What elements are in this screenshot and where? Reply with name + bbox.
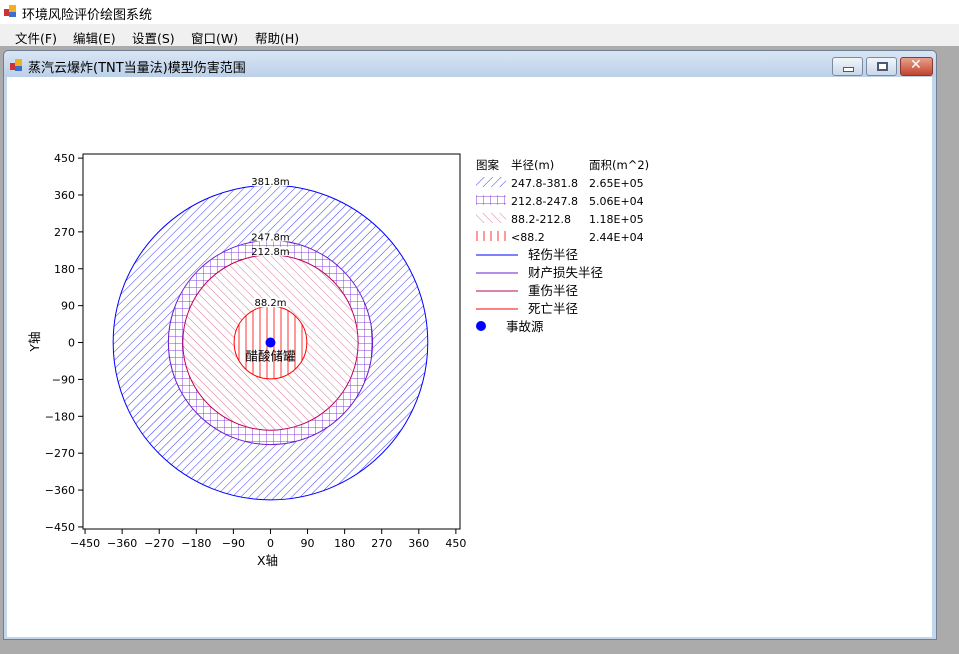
x-tick-label: 180 [334, 537, 355, 550]
y-tick-label: 450 [54, 152, 75, 165]
x-tick-label: −180 [181, 537, 211, 550]
y-tick-label: 270 [54, 226, 75, 239]
y-tick-label: −360 [45, 484, 75, 497]
chart-area: 381.8m 247.8m 212.8m 88.2m 醋酸储罐 −450 −360 −270−… [7, 77, 932, 637]
menu-settings[interactable]: 设置(S) [132, 28, 175, 47]
legend-line-label: 财产损失半径 [528, 265, 603, 280]
radius-label: 381.8m [251, 177, 289, 188]
close-button[interactable]: ✕ [900, 57, 933, 76]
minimize-icon [843, 67, 854, 72]
legend-range: 88.2-212.8 [511, 213, 571, 226]
maximize-icon [877, 62, 888, 71]
source-label: 醋酸储罐 [245, 349, 296, 364]
legend-area: 5.06E+04 [589, 195, 644, 208]
legend-header-1: 半径(m) [511, 158, 554, 172]
radius-label: 247.8m [251, 232, 289, 243]
legend-swatch [476, 177, 506, 187]
menubar: 文件(F) 编辑(E) 设置(S) 窗口(W) 帮助(H) [0, 24, 959, 46]
app-title: 环境风险评价绘图系统 [22, 8, 153, 23]
damage-chart: 381.8m247.8m212.8m88.2m醋酸储罐−450 −360 −270−… [27, 152, 649, 568]
maximize-button[interactable] [866, 57, 897, 76]
legend-source-marker [476, 321, 486, 331]
legend-range: 247.8-381.8 [511, 177, 578, 190]
minimize-button[interactable] [832, 57, 863, 76]
legend-range: 212.8-247.8 [511, 195, 578, 208]
y-tick-label: 90 [61, 300, 75, 313]
legend-swatch [476, 213, 506, 223]
x-tick-label: −270 [144, 537, 174, 550]
menu-help[interactable]: 帮助(H) [255, 28, 299, 47]
child-icon [10, 59, 22, 71]
child-window: 蒸汽云爆炸(TNT当量法)模型伤害范围 ✕ 381.8m 247.8m 212.8m… [3, 50, 937, 640]
app-icon [4, 5, 16, 17]
x-tick-label: 450 [445, 537, 466, 550]
child-title: 蒸汽云爆炸(TNT当量法)模型伤害范围 [28, 61, 246, 76]
legend-line-label: 轻伤半径 [528, 247, 578, 262]
x-tick-label: 360 [408, 537, 429, 550]
legend-swatch [476, 231, 506, 241]
x-tick-label: 90 [301, 537, 315, 550]
child-titlebar[interactable]: 蒸汽云爆炸(TNT当量法)模型伤害范围 ✕ [4, 51, 936, 77]
y-tick-label: 360 [54, 189, 75, 202]
app-titlebar: 环境风险评价绘图系统 [0, 0, 959, 24]
y-tick-label: −90 [52, 373, 75, 386]
accident-source-marker [265, 337, 276, 348]
legend-area: 1.18E+05 [589, 213, 644, 226]
y-tick-label: 0 [68, 337, 75, 350]
menu-edit[interactable]: 编辑(E) [73, 28, 116, 47]
x-axis-label: X轴 [257, 553, 278, 568]
y-tick-label: 180 [54, 263, 75, 276]
menu-file[interactable]: 文件(F) [15, 28, 57, 47]
legend-line-label: 死亡半径 [528, 301, 578, 316]
legend-area: 2.65E+05 [589, 177, 644, 190]
legend-source-label: 事故源 [506, 319, 544, 334]
radius-label: 88.2m [254, 298, 286, 309]
legend-range: <88.2 [511, 231, 545, 244]
legend-swatch [476, 195, 506, 205]
y-axis-label: Y轴 [27, 331, 42, 352]
radius-label: 212.8m [251, 247, 289, 258]
menu-window[interactable]: 窗口(W) [191, 28, 238, 47]
y-tick-label: −180 [45, 410, 75, 423]
legend-header-0: 图案 [476, 158, 499, 172]
x-tick-label: 270 [371, 537, 392, 550]
legend-header-2: 面积(m^2) [589, 158, 649, 172]
legend-line-label: 重伤半径 [528, 283, 578, 298]
legend-area: 2.44E+04 [589, 231, 644, 244]
x-tick-label: −450 [70, 537, 100, 550]
y-tick-label: −450 [45, 521, 75, 534]
x-tick-label: −360 [107, 537, 137, 550]
close-icon: ✕ [910, 57, 922, 73]
x-tick-label: 0 [267, 537, 274, 550]
y-tick-label: −270 [45, 447, 75, 460]
x-tick-label: −90 [222, 537, 245, 550]
